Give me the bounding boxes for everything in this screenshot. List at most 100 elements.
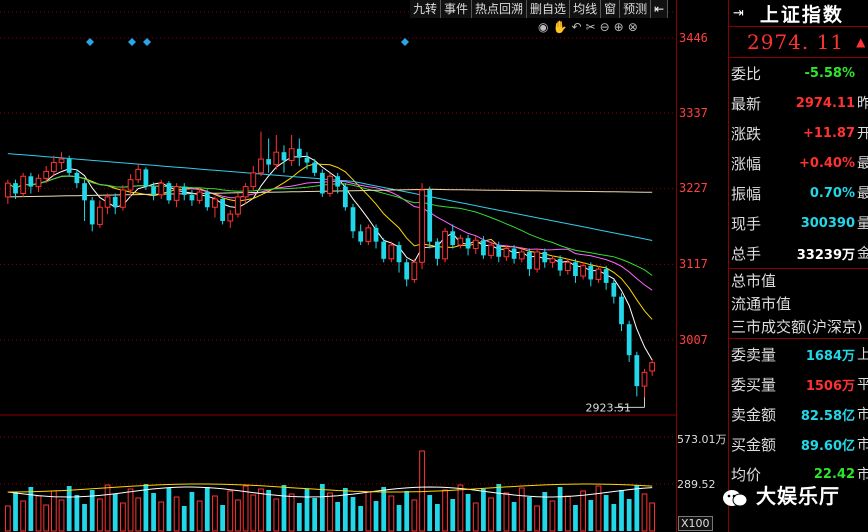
volume-bar xyxy=(373,501,379,531)
volume-bar xyxy=(396,505,402,531)
volume-bar xyxy=(312,498,318,531)
volume-bar xyxy=(481,489,486,531)
candle-body xyxy=(595,268,602,280)
volume-bar xyxy=(427,495,433,531)
candle-body xyxy=(120,189,126,208)
candle-body xyxy=(335,176,341,187)
candle-body xyxy=(611,282,617,297)
volume-bar xyxy=(288,493,295,532)
candle-body xyxy=(450,231,456,246)
candle-body xyxy=(588,265,594,280)
toolbar-hotspot-review[interactable]: 热点回溯 xyxy=(472,0,528,18)
panel-collapse-icon[interactable]: ⇥ xyxy=(733,6,744,21)
candle-body xyxy=(250,172,257,188)
price-tick: 3227 xyxy=(679,181,708,195)
volume-bar xyxy=(419,450,425,532)
quote-next-label: 量 xyxy=(857,216,868,232)
candle-body xyxy=(204,192,210,208)
candle-body xyxy=(82,183,87,201)
quote-value: 0.70% xyxy=(809,185,855,201)
candle-body xyxy=(557,258,563,271)
push-pin-icon[interactable]: ⇤ xyxy=(651,0,669,18)
close-icon[interactable]: ⊗ xyxy=(628,20,638,34)
volume-bar xyxy=(258,488,264,532)
candle-body xyxy=(573,262,578,277)
volume-bar xyxy=(603,495,609,531)
quote-label: 振幅 xyxy=(731,184,762,203)
candle-body xyxy=(518,251,525,260)
quote-label: 涨跌 xyxy=(731,124,762,143)
candle-body xyxy=(20,175,27,194)
toolbar-moving-average[interactable]: 均线 xyxy=(570,0,602,18)
chart-tools: ◉ ✋ ↶ ✂ ⊖ ⊕ ⊗ xyxy=(538,20,638,34)
volume-bar xyxy=(166,488,172,531)
volume-bar xyxy=(626,499,632,531)
candle-body xyxy=(396,245,402,263)
volume-tick: 289.52 xyxy=(677,478,716,491)
candle-body xyxy=(158,182,165,196)
quote-panel: ⇥ 上证指数 2974. 11 ▲ 委比 -5.58% 最新 2974.11 昨涨跌 +1… xyxy=(728,0,868,532)
volume-bar xyxy=(503,492,510,532)
zoom-label[interactable]: X100 xyxy=(678,516,713,531)
candle-body xyxy=(227,213,234,222)
order-row: 卖金额 82.58亿市 xyxy=(729,399,868,429)
candle-body xyxy=(472,239,479,250)
kline-chart[interactable]: 2923.51 九转 事件 热点回溯 删自选 均线 窗 预测 ⇤ ◉ ✋ ↶ ✂… xyxy=(0,0,676,532)
candle-body xyxy=(304,157,310,163)
toolbar-forecast[interactable]: 预测 xyxy=(620,0,652,18)
volume-bar xyxy=(450,499,456,531)
volume-bar xyxy=(227,490,234,532)
candle-body xyxy=(511,248,517,259)
quote-next-label: 开 xyxy=(857,126,868,142)
toolbar-window[interactable]: 窗 xyxy=(601,0,621,18)
low-price-label: 2923.51 xyxy=(585,401,631,414)
order-row: 委买量 1506万平 xyxy=(729,369,868,399)
volume-bar xyxy=(488,497,494,532)
eye-icon[interactable]: ◉ xyxy=(538,20,548,34)
scissors-icon[interactable]: ✂ xyxy=(586,20,596,34)
toolbar-events[interactable]: 事件 xyxy=(441,0,473,18)
chart-canvas[interactable]: 2923.51 xyxy=(0,0,676,532)
quote-next-label: 金 xyxy=(857,246,868,262)
toolbar-remove-watchlist[interactable]: 删自选 xyxy=(527,0,571,18)
volume-bar xyxy=(82,504,87,531)
candle-body xyxy=(649,362,656,372)
volume-bar xyxy=(641,493,648,532)
candle-body xyxy=(58,158,65,164)
volume-bar xyxy=(457,484,464,532)
volume-bar xyxy=(104,484,111,532)
quote-value: -5.58% xyxy=(804,65,856,81)
candle-body xyxy=(151,186,156,195)
candle-body xyxy=(104,196,111,208)
quote-value: 33239万 xyxy=(796,247,855,263)
candle-body xyxy=(457,237,464,246)
candle-body xyxy=(258,158,264,174)
undo-icon[interactable]: ↶ xyxy=(571,20,581,34)
volume-bar xyxy=(542,492,548,531)
zoom-out-icon[interactable]: ⊖ xyxy=(600,20,610,34)
quote-row: 涨跌 +11.87 开 xyxy=(729,118,868,148)
candle-body xyxy=(564,261,571,272)
volume-bar xyxy=(358,506,364,531)
volume-bar xyxy=(266,490,272,531)
candle-body xyxy=(496,245,502,257)
order-label: 委卖量 xyxy=(731,345,777,364)
toolbar-jiuzhuan[interactable]: 九转 xyxy=(410,0,442,18)
quote-next-label: 最 xyxy=(857,186,868,202)
volume-bar xyxy=(296,503,302,531)
candle-body xyxy=(634,355,640,387)
volume-bar xyxy=(472,502,479,532)
candle-body xyxy=(404,262,410,280)
quote-value: +11.87 xyxy=(802,125,855,141)
volume-bar xyxy=(595,485,602,532)
order-next-label: 平 xyxy=(857,377,868,393)
candle-body xyxy=(542,251,548,263)
volume-bar xyxy=(335,502,341,531)
candle-body xyxy=(373,227,379,242)
volume-bar xyxy=(411,499,418,532)
volume-bar xyxy=(151,493,156,531)
zoom-in-icon[interactable]: ⊕ xyxy=(614,20,624,34)
three-market-turnover-label: 三市成交额(沪深京) xyxy=(731,318,863,336)
volume-bar xyxy=(220,505,225,531)
hand-icon[interactable]: ✋ xyxy=(552,20,567,34)
